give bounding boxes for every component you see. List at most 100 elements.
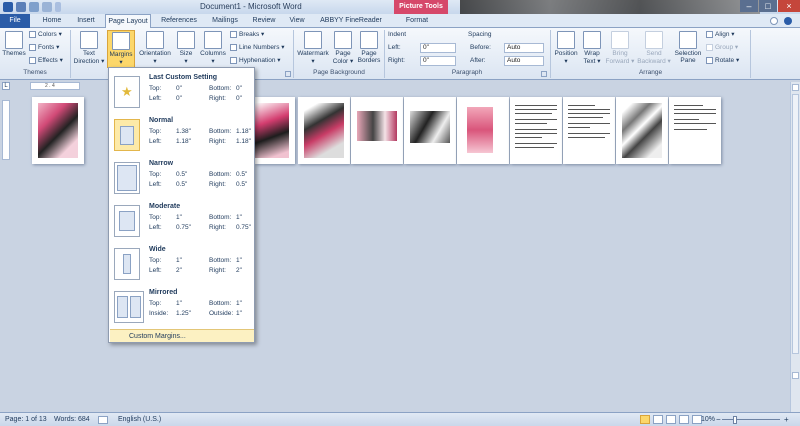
maximize-icon[interactable]: □ (759, 0, 777, 12)
scroll-down-icon[interactable] (792, 372, 799, 379)
theme-fonts-button[interactable]: Fonts ▾ (29, 43, 59, 53)
page-count[interactable]: Page: 1 of 13 (5, 416, 47, 423)
margin-option-moderate[interactable]: Moderate Top: 1" Bottom: 1" Left: 0.75" … (109, 199, 254, 243)
page-6[interactable] (351, 97, 403, 164)
orientation-button[interactable]: Orientation ▾ (137, 30, 173, 68)
page-7[interactable] (404, 97, 456, 164)
margin-option-narrow[interactable]: Narrow Top: 0.5" Bottom: 0.5" Left: 0.5"… (109, 156, 254, 200)
wrap-text-icon (583, 31, 601, 49)
redo-icon[interactable] (42, 2, 52, 12)
web-layout-icon[interactable] (666, 415, 676, 424)
scroll-up-icon[interactable] (792, 84, 799, 91)
tab-file[interactable]: File (0, 14, 30, 28)
undo-icon[interactable] (29, 2, 39, 12)
selection-pane-button[interactable]: Selection Pane (673, 30, 703, 68)
zoom-slider[interactable] (722, 419, 780, 420)
zoom-slider-thumb[interactable] (733, 416, 737, 424)
line-numbers-button[interactable]: Line Numbers ▾ (230, 43, 285, 53)
themes-button[interactable]: Themes (2, 30, 26, 68)
left-label: Left: (149, 224, 162, 231)
rotate-button[interactable]: Rotate ▾ (706, 56, 739, 66)
tab-abbyy[interactable]: ABBYY FineReader 11 (316, 14, 386, 38)
tab-references[interactable]: References (157, 14, 201, 28)
left-label: Left: (149, 267, 162, 274)
margin-option-wide[interactable]: Wide Top: 1" Bottom: 1" Left: 2" Right: … (109, 242, 254, 286)
zoom-out-icon[interactable]: − (716, 415, 721, 424)
tab-page-layout[interactable]: Page Layout (105, 14, 151, 29)
spacing-before-input[interactable]: Auto (504, 43, 544, 53)
group-button[interactable]: Group ▾ (706, 43, 738, 53)
page-9[interactable] (510, 97, 562, 164)
zoom-in-icon[interactable]: + (784, 415, 789, 424)
customize-qat-icon[interactable] (55, 2, 61, 12)
indent-left-input[interactable]: 0" (420, 43, 456, 53)
left-label: Left: (149, 95, 162, 102)
breaks-button[interactable]: Breaks ▾ (230, 30, 264, 40)
text-line (515, 105, 557, 106)
page-4[interactable] (255, 97, 295, 164)
spacing-after-input[interactable]: Auto (504, 56, 544, 66)
page-12[interactable] (669, 97, 721, 164)
horizontal-ruler[interactable]: 2 . 4 (30, 82, 80, 90)
columns-button[interactable]: Columns ▾ (199, 30, 227, 68)
page-1[interactable] (32, 97, 84, 164)
zoom-level[interactable]: 10% (701, 416, 715, 423)
hyphenation-button[interactable]: Hyphenation ▾ (230, 56, 281, 66)
paragraph-launcher-icon[interactable] (541, 71, 547, 77)
align-icon (706, 30, 713, 38)
size-button[interactable]: Size ▾ (175, 30, 197, 68)
print-layout-view-icon[interactable] (640, 415, 650, 424)
save-icon[interactable] (16, 2, 26, 12)
scroll-thumb[interactable] (792, 94, 799, 354)
tab-view[interactable]: View (284, 14, 310, 28)
text-line (568, 113, 610, 114)
text-line (568, 127, 590, 128)
tab-mailings[interactable]: Mailings (206, 14, 244, 28)
page-borders-button[interactable]: Page Borders (356, 30, 382, 68)
help-icon[interactable] (784, 17, 792, 25)
page-11[interactable] (616, 97, 668, 164)
margins-icon (112, 32, 130, 50)
margin-option-mirrored[interactable]: Mirrored Top: 1" Bottom: 1" Inside: 1.25… (109, 285, 254, 329)
text-line (568, 123, 610, 124)
theme-effects-button[interactable]: Effects ▾ (29, 56, 63, 66)
watermark-button[interactable]: Watermark ▾ (296, 30, 330, 68)
tab-review[interactable]: Review (249, 14, 279, 28)
page-color-button[interactable]: Page Color ▾ (332, 30, 354, 68)
text-direction-icon (80, 31, 98, 49)
page-8[interactable] (457, 97, 509, 164)
indent-right-input[interactable]: 0" (420, 56, 456, 66)
page-10[interactable] (563, 97, 615, 164)
language-indicator[interactable]: English (U.S.) (118, 416, 161, 423)
tab-format[interactable]: Format (400, 14, 434, 28)
page-setup-launcher-icon[interactable] (285, 71, 291, 77)
word-app-icon[interactable] (3, 2, 13, 12)
page-5[interactable] (298, 97, 350, 164)
full-screen-reading-icon[interactable] (653, 415, 663, 424)
word-count[interactable]: Words: 684 (54, 416, 90, 423)
send-backward-button[interactable]: Send Backward ▾ (637, 30, 671, 68)
close-icon[interactable]: × (778, 0, 800, 12)
margin-option-normal[interactable]: Normal Top: 1.38" Bottom: 1.18" Left: 1.… (109, 113, 254, 157)
tab-insert[interactable]: Insert (72, 14, 100, 28)
option-name: Wide (149, 246, 166, 253)
margin-option-last-custom[interactable]: ★ Last Custom Setting Top: 0" Bottom: 0"… (109, 70, 254, 114)
text-direction-button[interactable]: Text Direction ▾ (73, 30, 105, 68)
outline-view-icon[interactable] (679, 415, 689, 424)
theme-colors-button[interactable]: Colors ▾ (29, 30, 62, 40)
proofing-icon[interactable] (98, 416, 108, 424)
vertical-ruler[interactable] (2, 100, 10, 160)
bring-forward-button[interactable]: Bring Forward ▾ (605, 30, 635, 68)
vertical-scrollbar[interactable] (790, 82, 800, 412)
minimize-ribbon-icon[interactable] (770, 17, 778, 25)
wrap-text-button[interactable]: Wrap Text ▾ (581, 30, 603, 68)
align-button[interactable]: Align ▾ (706, 30, 735, 40)
minimize-icon[interactable]: – (740, 0, 758, 12)
margins-button[interactable]: Margins ▾ (107, 30, 135, 68)
text-line (515, 147, 554, 148)
tab-home[interactable]: Home (38, 14, 66, 28)
position-button[interactable]: Position ▾ (553, 30, 579, 68)
tab-selector[interactable]: L (2, 82, 10, 90)
spacing-before-label: Before: (470, 44, 491, 51)
custom-margins-menu-item[interactable]: Custom Margins... (110, 329, 254, 342)
